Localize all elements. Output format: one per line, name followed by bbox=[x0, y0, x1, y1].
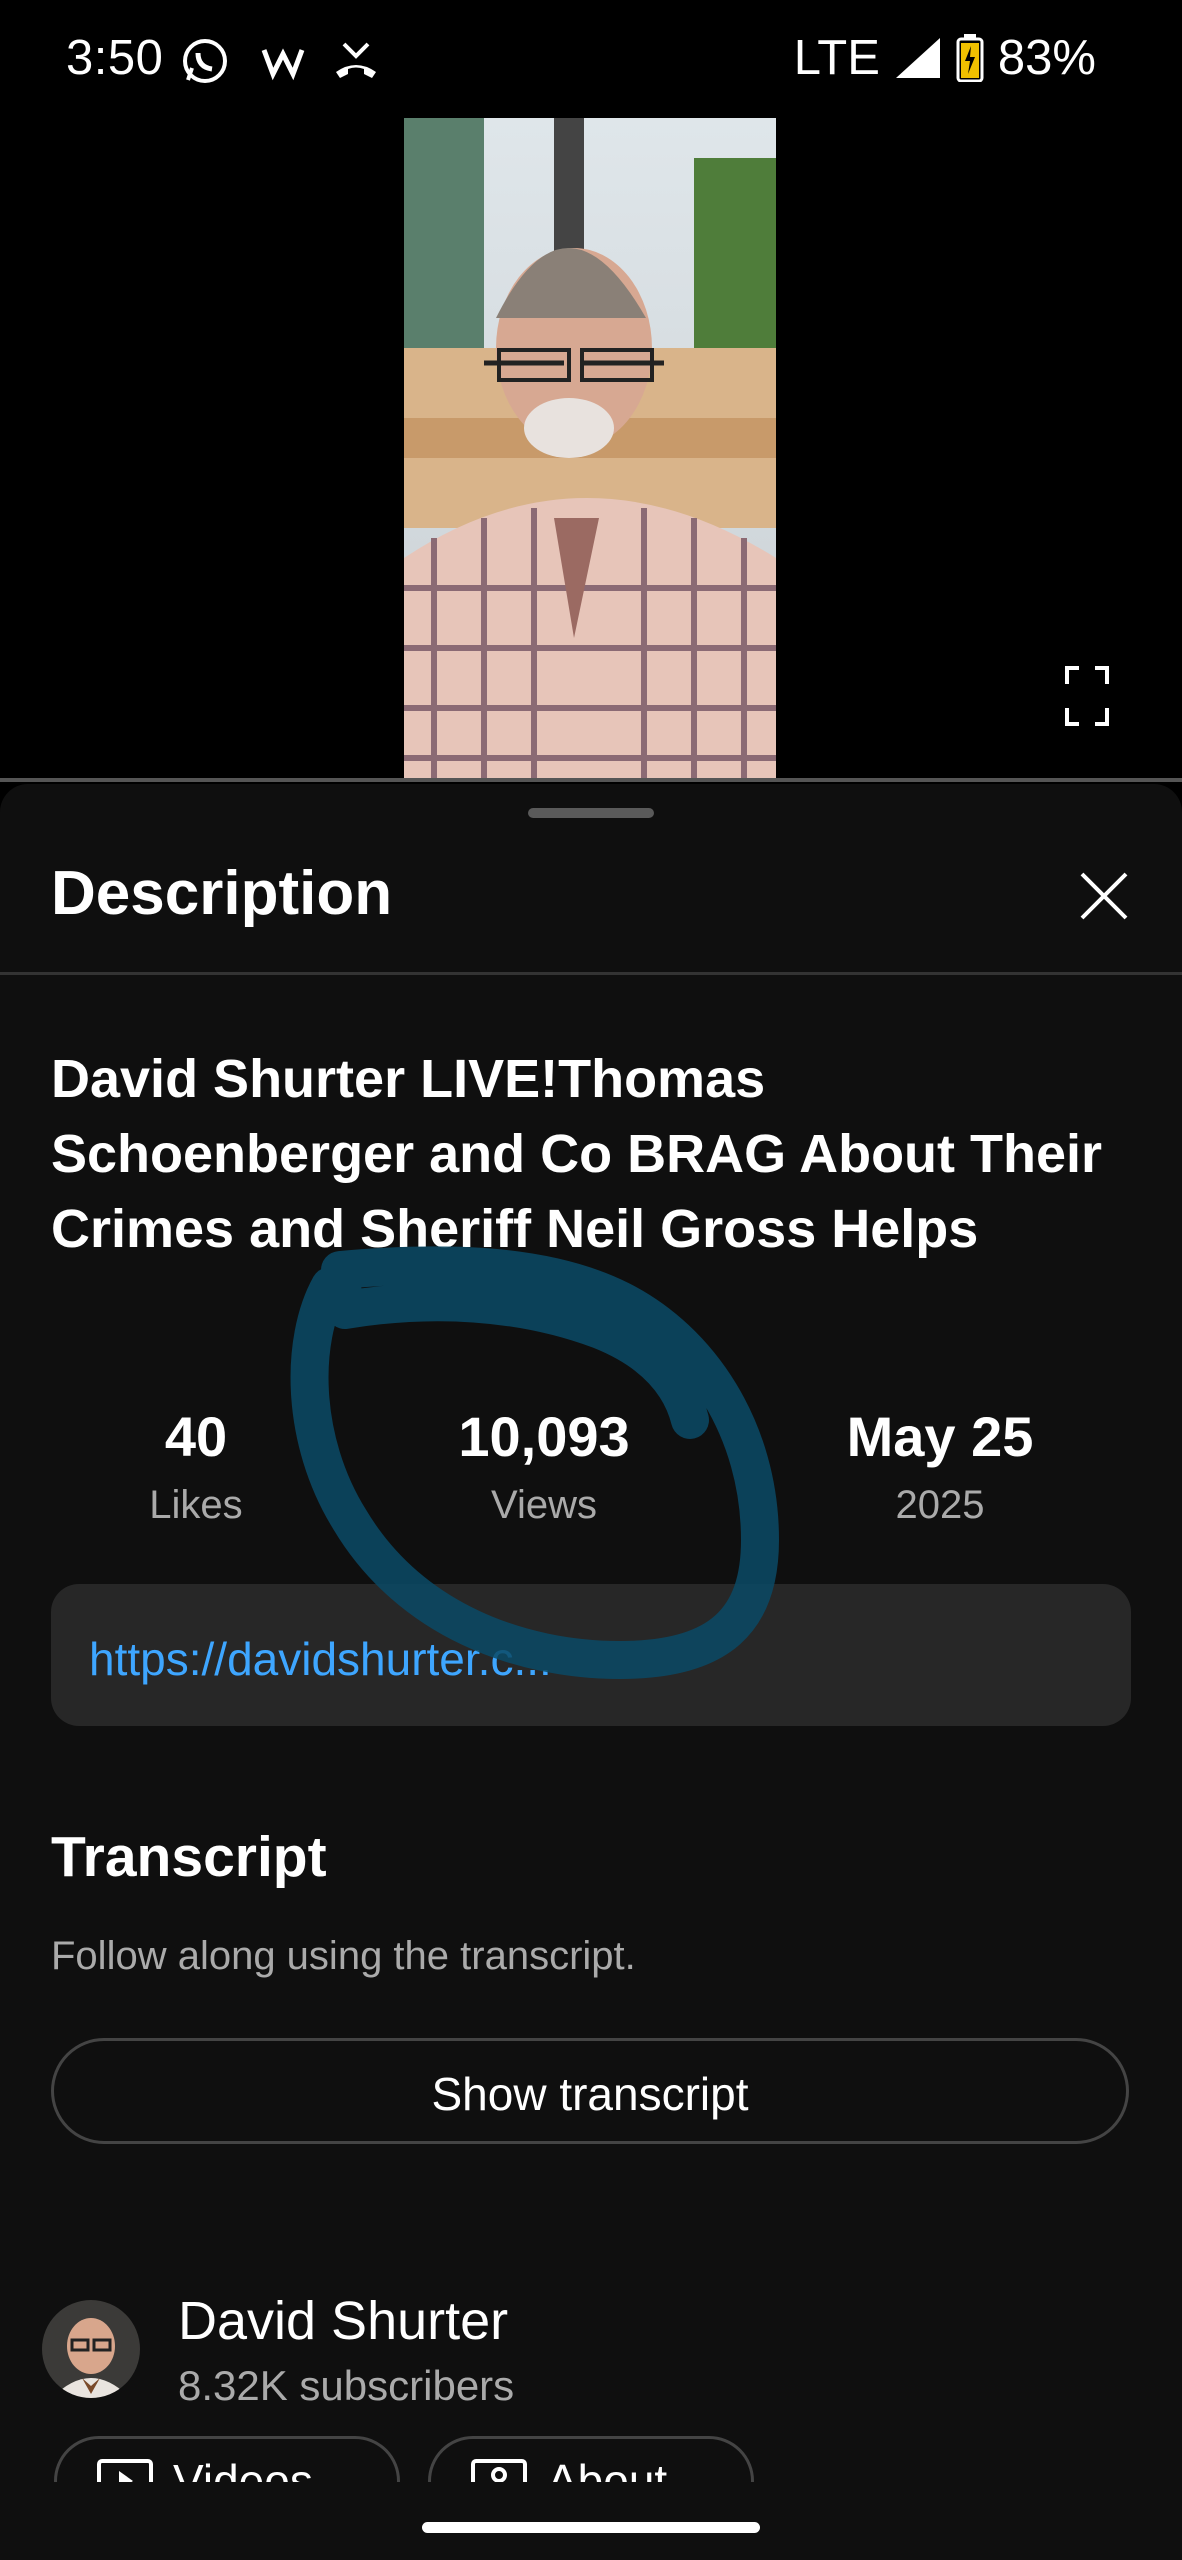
status-time: 3:50 bbox=[66, 31, 164, 85]
date-stat: May 25 2025 bbox=[800, 1404, 1080, 1528]
date-year: 2025 bbox=[895, 1483, 985, 1527]
date-value: May 25 bbox=[846, 1405, 1034, 1468]
stats-row: 40 Likes 10,093 Views May 25 2025 bbox=[0, 1404, 1182, 1554]
close-icon[interactable] bbox=[1078, 870, 1130, 922]
home-indicator[interactable] bbox=[422, 2522, 760, 2533]
divider bbox=[0, 972, 1182, 975]
network-label: LTE bbox=[793, 31, 880, 85]
likes-stat: 40 Likes bbox=[96, 1404, 296, 1528]
views-label: Views bbox=[491, 1483, 597, 1527]
drag-handle[interactable] bbox=[528, 808, 654, 818]
description-sheet: Description David Shurter LIVE!Thomas Sc… bbox=[0, 784, 1182, 2560]
battery-icon bbox=[956, 34, 984, 82]
w-icon bbox=[261, 48, 305, 81]
video-title: David Shurter LIVE!Thomas Schoenberger a… bbox=[51, 1049, 1103, 1259]
sheet-title: Description bbox=[51, 859, 393, 928]
fullscreen-icon[interactable] bbox=[1065, 666, 1109, 726]
views-stat: 10,093 Views bbox=[404, 1404, 684, 1528]
whatsapp-icon bbox=[183, 39, 227, 83]
signal-icon bbox=[895, 38, 940, 78]
status-bar: 3:50 LTE 83% bbox=[0, 0, 1182, 118]
avatar[interactable] bbox=[42, 2300, 140, 2398]
show-transcript-button[interactable]: Show transcript bbox=[51, 2038, 1129, 2144]
likes-value: 40 bbox=[164, 1405, 228, 1468]
transcript-title: Transcript bbox=[51, 1825, 327, 1889]
battery-percent: 83% bbox=[997, 31, 1096, 85]
status-right: LTE 83% bbox=[794, 30, 1096, 86]
missed-call-icon bbox=[336, 42, 376, 78]
description-text-box[interactable]: https://davidshurter.c... bbox=[51, 1584, 1131, 1726]
channel-subscribers: 8.32K subscribers bbox=[178, 2362, 515, 2409]
transcript-subtitle: Follow along using the transcript. bbox=[51, 1934, 636, 1978]
video-player[interactable] bbox=[0, 118, 1182, 780]
description-link[interactable]: https://davidshurter.c... bbox=[89, 1632, 552, 1686]
video-thumbnail bbox=[404, 118, 776, 780]
likes-label: Likes bbox=[149, 1483, 243, 1527]
views-value: 10,093 bbox=[458, 1405, 630, 1468]
gesture-nav-bar bbox=[0, 2482, 1182, 2560]
video-progress-bar[interactable] bbox=[0, 778, 1182, 782]
channel-name[interactable]: David Shurter bbox=[178, 2290, 508, 2352]
